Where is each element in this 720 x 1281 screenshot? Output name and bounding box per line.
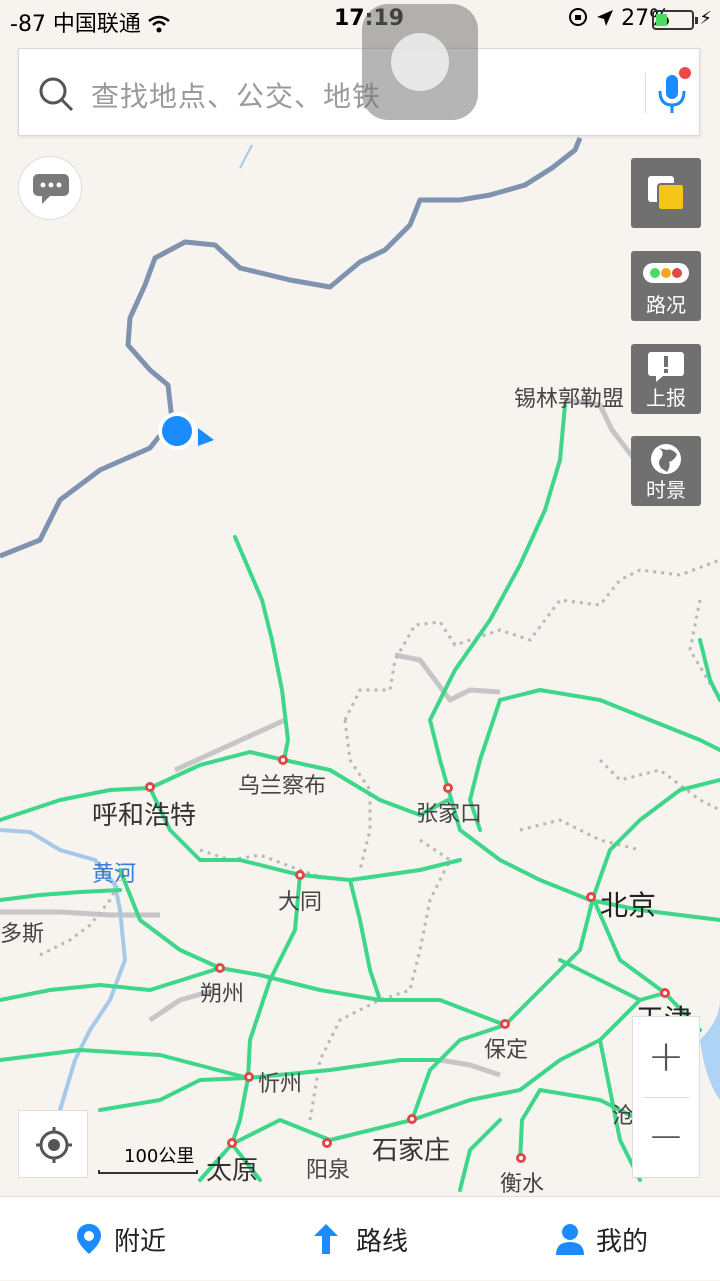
location-pin-icon	[77, 1224, 101, 1254]
location-arrow-icon	[597, 10, 614, 26]
city-label-wulan: 乌兰察布	[238, 774, 327, 799]
rotation-lock-icon	[569, 8, 588, 26]
city-label-baoding: 保定	[484, 1038, 529, 1063]
bottom-nav: 附近 路线 我的	[0, 1196, 720, 1280]
city-dot	[407, 1114, 417, 1124]
map-canvas[interactable]	[0, 0, 720, 1196]
assistive-touch-button[interactable]	[362, 4, 478, 120]
nav-route[interactable]: 路线	[314, 1197, 408, 1281]
city-dot	[215, 963, 225, 973]
scale-label: 100公里	[124, 1146, 195, 1167]
layers-button[interactable]	[631, 158, 701, 228]
zoom-controls: + −	[632, 1016, 700, 1178]
report-alert-icon	[648, 352, 684, 382]
city-dot	[500, 1019, 510, 1029]
city-label-hengshui: 衡水	[500, 1172, 545, 1197]
layers-icon	[648, 176, 685, 211]
city-label-xinzhou: 忻州	[258, 1072, 303, 1097]
route-arrow-icon	[314, 1224, 338, 1254]
carrier-signal: -87 中国联通	[10, 6, 170, 38]
streetview-label: 时景	[646, 478, 686, 502]
traffic-light-icon	[643, 263, 689, 283]
scale-bar: 100公里	[98, 1142, 218, 1178]
nav-mine-label: 我的	[596, 1226, 649, 1257]
nav-nearby-label: 附近	[114, 1226, 167, 1257]
city-label-datong: 大同	[278, 890, 323, 915]
city-label-ordos: 多斯	[0, 922, 45, 947]
crosshair-icon	[36, 1127, 72, 1163]
city-label-shijiazhuang: 石家庄	[372, 1136, 451, 1166]
message-button[interactable]	[18, 156, 82, 220]
city-label-cang: 沧	[612, 1104, 635, 1129]
traffic-button[interactable]: 路况	[631, 251, 701, 321]
chat-bubble-icon	[33, 174, 69, 204]
zoom-out-button[interactable]: −	[633, 1097, 699, 1177]
city-dot	[145, 782, 155, 792]
locate-me-button[interactable]	[18, 1110, 88, 1178]
city-dot	[227, 1138, 237, 1148]
river-label-yellow: 黄河	[92, 862, 137, 887]
report-label: 上报	[646, 386, 686, 410]
microphone-icon[interactable]	[649, 67, 695, 119]
zoom-in-button[interactable]: +	[633, 1017, 699, 1097]
city-label-beijing: 北京	[600, 889, 657, 922]
user-icon	[556, 1224, 584, 1255]
status-bar: -87 中国联通 17:19 27% ⚡	[0, 0, 720, 40]
city-label-shuozhou: 朔州	[200, 982, 245, 1007]
city-label-xilin: 锡林郭勒盟	[514, 387, 625, 412]
report-button[interactable]: 上报	[631, 344, 701, 414]
divider	[645, 73, 646, 113]
charging-icon: ⚡	[699, 8, 712, 29]
nav-mine[interactable]: 我的	[556, 1197, 648, 1281]
wifi-icon	[148, 15, 170, 33]
search-icon	[39, 77, 74, 112]
city-label-zhangjiakou: 张家口	[416, 802, 483, 827]
nav-route-label: 路线	[356, 1226, 409, 1257]
streetview-button[interactable]: 时景	[631, 436, 701, 506]
scale-ruler	[98, 1170, 198, 1174]
nav-nearby[interactable]: 附近	[76, 1197, 166, 1281]
globe-icon	[651, 444, 681, 474]
city-label-yangquan: 阳泉	[306, 1158, 351, 1183]
city-dot	[516, 1153, 526, 1163]
city-dot	[295, 870, 305, 880]
city-dot	[443, 783, 453, 793]
city-dot	[322, 1138, 332, 1148]
city-dot	[244, 1072, 254, 1082]
city-dot	[278, 755, 288, 765]
traffic-label: 路况	[646, 293, 686, 317]
search-input[interactable]: 查找地点、公交、地铁	[91, 75, 381, 115]
city-dot	[660, 988, 670, 998]
search-bar[interactable]: 查找地点、公交、地铁	[18, 48, 700, 136]
city-dot	[586, 892, 596, 902]
battery-icon	[652, 10, 698, 30]
city-label-hohhot: 呼和浩特	[92, 801, 197, 831]
